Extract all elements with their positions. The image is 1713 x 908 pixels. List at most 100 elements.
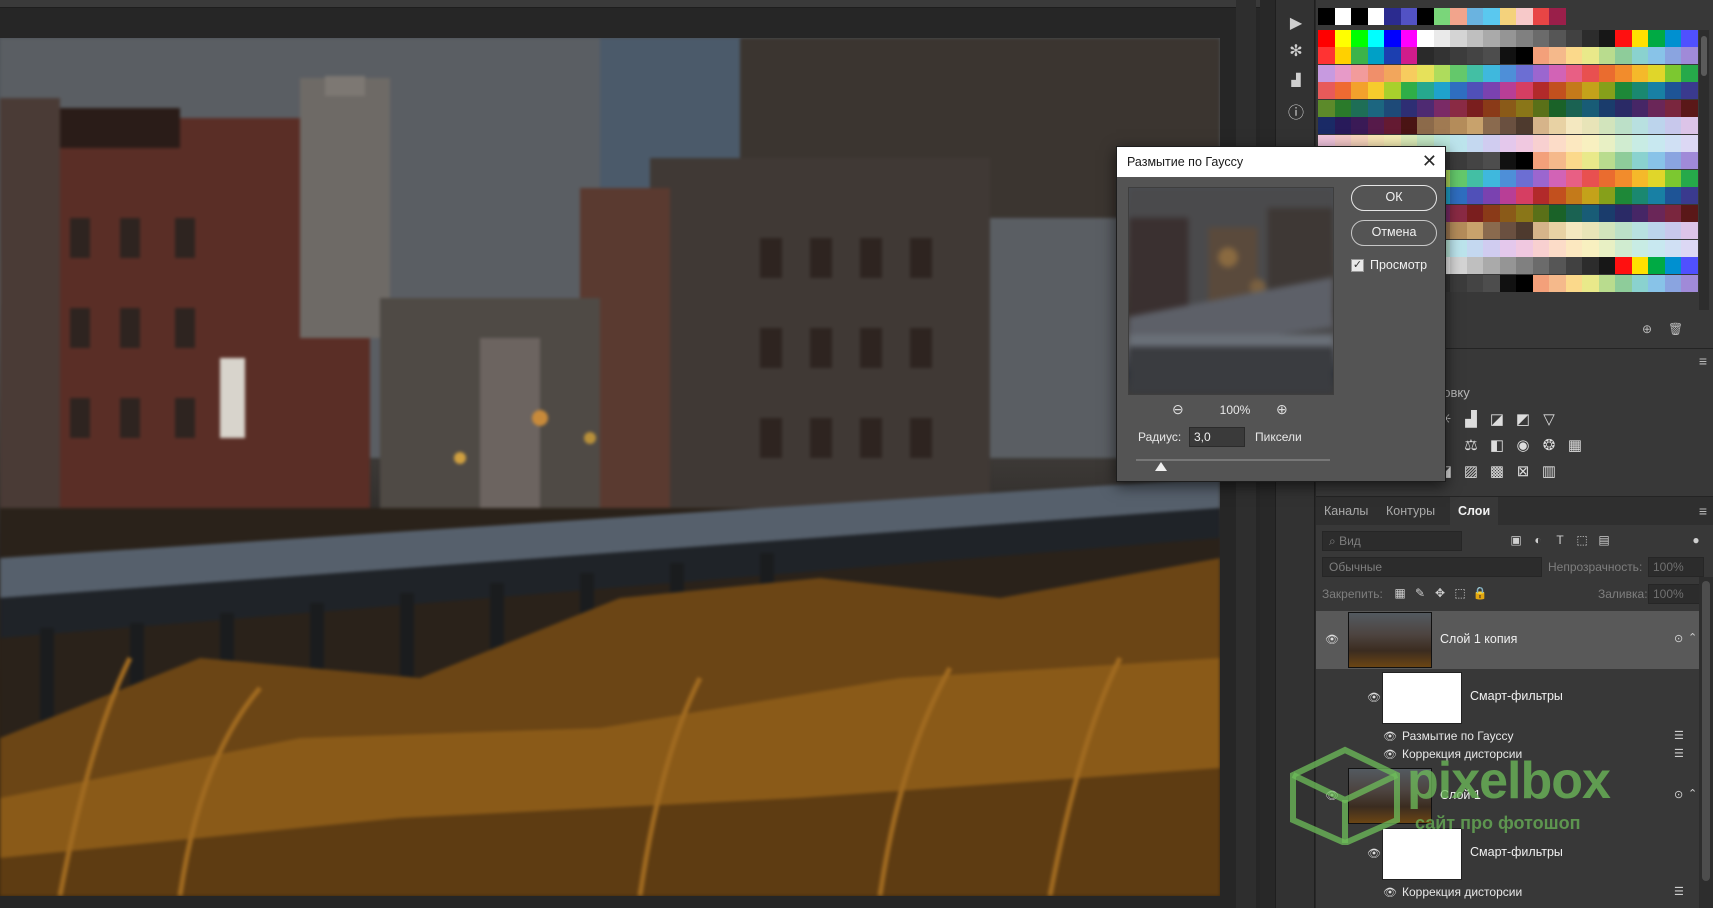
color-swatch[interactable] <box>1466 187 1484 204</box>
lock-pixels-icon[interactable]: ✎ <box>1412 586 1428 602</box>
color-swatch[interactable] <box>1681 257 1698 274</box>
color-swatch[interactable] <box>1450 274 1467 292</box>
collapse-chevron-icon[interactable]: ⌃ <box>1688 631 1697 644</box>
color-swatch[interactable] <box>1648 222 1665 239</box>
color-swatch[interactable] <box>1483 274 1500 292</box>
lock-all-icon[interactable]: 🔒 <box>1472 586 1488 602</box>
color-swatch[interactable] <box>1384 82 1401 99</box>
ok-button[interactable]: ОК <box>1351 185 1437 211</box>
swatches-scroll-thumb[interactable] <box>1701 36 1707 76</box>
color-swatch[interactable] <box>1615 169 1632 187</box>
close-icon[interactable]: ✕ <box>1422 151 1437 171</box>
color-swatch[interactable] <box>1450 47 1467 64</box>
color-swatch[interactable] <box>1400 47 1418 64</box>
color-swatch[interactable] <box>1532 222 1550 239</box>
color-swatch[interactable] <box>1499 169 1517 187</box>
color-swatch[interactable] <box>1499 274 1517 292</box>
color-swatch[interactable] <box>1351 64 1368 82</box>
threshold-icon[interactable]: ▩ <box>1488 463 1506 481</box>
color-swatch[interactable] <box>1334 8 1352 25</box>
color-swatch[interactable] <box>1582 257 1599 274</box>
filter-preview[interactable] <box>1128 187 1334 395</box>
blending-options-icon[interactable]: ☰ <box>1674 885 1684 898</box>
color-swatch[interactable] <box>1433 99 1451 117</box>
color-swatch[interactable] <box>1582 117 1599 134</box>
dialog-titlebar[interactable]: Размытие по Гауссу ✕ <box>1117 147 1445 177</box>
color-swatch[interactable] <box>1516 8 1533 25</box>
color-swatch[interactable] <box>1681 99 1698 117</box>
color-swatch[interactable] <box>1549 187 1566 204</box>
shape-filter-icon[interactable]: ⬚ <box>1574 533 1590 549</box>
color-swatch[interactable] <box>1648 117 1665 134</box>
color-swatch[interactable] <box>1483 169 1500 187</box>
color-swatch[interactable] <box>1549 8 1566 25</box>
color-swatch[interactable] <box>1615 204 1632 222</box>
color-swatch[interactable] <box>1466 152 1484 169</box>
color-swatch[interactable] <box>1433 47 1451 64</box>
color-swatch[interactable] <box>1532 204 1550 222</box>
color-swatch[interactable] <box>1466 117 1484 134</box>
color-swatch[interactable] <box>1565 99 1583 117</box>
color-swatch[interactable] <box>1648 239 1665 257</box>
color-swatch[interactable] <box>1516 187 1533 204</box>
color-swatch[interactable] <box>1318 117 1335 134</box>
color-swatch[interactable] <box>1367 117 1385 134</box>
color-swatch[interactable] <box>1582 47 1599 64</box>
color-swatch[interactable] <box>1631 239 1649 257</box>
color-swatch[interactable] <box>1598 169 1616 187</box>
color-swatch[interactable] <box>1318 47 1335 64</box>
color-swatch[interactable] <box>1499 29 1517 47</box>
color-swatch[interactable] <box>1631 152 1649 169</box>
color-swatch[interactable] <box>1400 64 1418 82</box>
color-swatch[interactable] <box>1334 29 1352 47</box>
color-swatch[interactable] <box>1516 29 1533 47</box>
color-swatch[interactable] <box>1615 64 1632 82</box>
color-swatch[interactable] <box>1483 47 1500 64</box>
color-swatch[interactable] <box>1648 64 1665 82</box>
color-swatch[interactable] <box>1384 47 1401 64</box>
exposure-icon[interactable]: ◩ <box>1514 411 1532 429</box>
color-swatch[interactable] <box>1549 29 1566 47</box>
color-swatch[interactable] <box>1532 152 1550 169</box>
color-swatch[interactable] <box>1466 134 1484 152</box>
gradient-map-icon[interactable]: ▥ <box>1540 463 1558 481</box>
levels-icon[interactable]: ▟ <box>1462 411 1480 429</box>
color-swatch[interactable] <box>1433 8 1451 25</box>
color-swatch[interactable] <box>1318 64 1335 82</box>
blending-options-icon[interactable]: ☰ <box>1674 729 1684 742</box>
color-swatch[interactable] <box>1565 204 1583 222</box>
color-swatch[interactable] <box>1598 257 1616 274</box>
color-swatch[interactable] <box>1549 47 1566 64</box>
color-swatch[interactable] <box>1664 239 1682 257</box>
opacity-input[interactable]: 100% <box>1648 557 1704 577</box>
color-swatch[interactable] <box>1532 8 1550 25</box>
collapse-chevron-icon[interactable]: ⌃ <box>1688 787 1697 800</box>
color-swatch[interactable] <box>1681 29 1698 47</box>
color-swatch[interactable] <box>1565 82 1583 99</box>
color-swatch[interactable] <box>1565 152 1583 169</box>
color-swatch[interactable] <box>1483 222 1500 239</box>
trash-icon[interactable]: 🗑 <box>1668 322 1683 336</box>
zoom-out-icon[interactable]: ⊖ <box>1172 401 1184 418</box>
blend-mode-select[interactable]: Обычные <box>1322 557 1542 577</box>
color-swatch[interactable] <box>1318 29 1335 47</box>
new-swatch-icon[interactable]: ⊕ <box>1642 322 1652 336</box>
color-swatch[interactable] <box>1516 64 1533 82</box>
color-swatch[interactable] <box>1450 29 1467 47</box>
layer-row-base[interactable]: 👁 Слой 1 ⊙ ⌃ <box>1316 767 1699 825</box>
color-swatch[interactable] <box>1483 257 1500 274</box>
color-swatch[interactable] <box>1615 257 1632 274</box>
color-swatch[interactable] <box>1615 239 1632 257</box>
color-swatch[interactable] <box>1532 239 1550 257</box>
color-swatch[interactable] <box>1631 99 1649 117</box>
color-swatch[interactable] <box>1631 274 1649 292</box>
color-swatch[interactable] <box>1516 99 1533 117</box>
color-swatch[interactable] <box>1516 274 1533 292</box>
color-swatch[interactable] <box>1483 152 1500 169</box>
color-swatch[interactable] <box>1648 134 1665 152</box>
color-swatch[interactable] <box>1499 117 1517 134</box>
color-swatch[interactable] <box>1516 169 1533 187</box>
layers-scrollbar[interactable] <box>1699 577 1713 908</box>
selective-color-icon[interactable]: ⊠ <box>1514 463 1532 481</box>
color-swatch[interactable] <box>1384 117 1401 134</box>
